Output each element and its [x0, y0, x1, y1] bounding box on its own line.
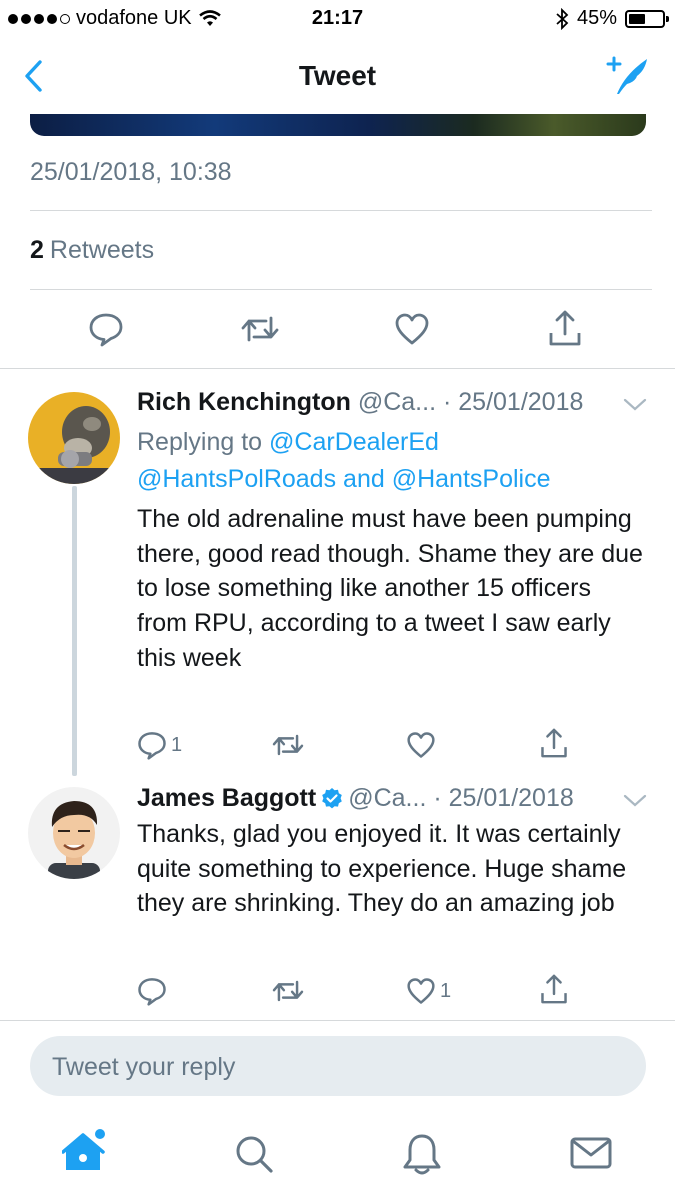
reply-button[interactable] [88, 311, 124, 347]
nav-bar: Tweet [0, 38, 675, 114]
home-icon[interactable] [62, 1128, 108, 1174]
share-button[interactable] [548, 309, 582, 347]
retweet-button[interactable] [271, 977, 305, 1005]
retweet-icon [272, 980, 304, 1002]
reply-input[interactable]: Tweet your reply [30, 1036, 646, 1096]
tweet-media-image[interactable] [30, 114, 646, 136]
heart-icon [395, 313, 429, 345]
share-button[interactable] [540, 973, 568, 1005]
bluetooth-icon [556, 7, 569, 30]
divider [30, 210, 652, 211]
reply-text: Thanks, glad you enjoyed it. It was cert… [137, 820, 627, 918]
retweet-icon [272, 734, 304, 756]
search-icon[interactable] [234, 1134, 274, 1174]
share-button[interactable] [540, 727, 568, 759]
divider [30, 289, 652, 290]
author-handle[interactable]: @Ca... [358, 388, 436, 416]
replying-and: and [343, 465, 385, 493]
reply-icon [138, 978, 166, 1006]
mention-link[interactable]: @HantsPolice [392, 465, 551, 493]
chevron-down-icon[interactable] [623, 794, 647, 808]
tab-bar [0, 1108, 675, 1200]
reply-date: · 25/01/2018 [442, 388, 584, 416]
divider [0, 368, 675, 369]
chevron-down-icon[interactable] [623, 398, 647, 412]
like-button[interactable]: 1 [406, 977, 451, 1005]
reply-icon [138, 732, 166, 760]
retweet-count-row[interactable]: 2 Retweets [30, 236, 154, 265]
mention-link[interactable]: @HantsPolRoads [137, 465, 336, 493]
share-icon [549, 310, 581, 346]
retweet-label: Retweets [49, 236, 155, 264]
verified-badge-icon [322, 788, 343, 809]
reply-date: · 25/01/2018 [433, 784, 574, 812]
like-count: 1 [440, 979, 452, 1002]
author-name[interactable]: James Baggott [137, 784, 316, 812]
notifications-icon[interactable] [402, 1132, 442, 1176]
avatar[interactable] [28, 787, 120, 879]
reply-text: The old adrenaline must have been pumpin… [137, 505, 643, 672]
mention-link[interactable]: @CarDealerEd [269, 428, 439, 456]
thread-line [72, 486, 77, 776]
retweet-button[interactable] [240, 312, 280, 346]
retweet-count: 2 [30, 236, 44, 264]
reply-header: James Baggott @Ca... · 25/01/2018 [137, 784, 574, 813]
reply-header: Rich Kenchington @Ca... · 25/01/2018 [137, 388, 583, 417]
battery-percent: 45% [576, 7, 617, 29]
share-icon [541, 974, 567, 1004]
retweet-icon [241, 316, 279, 342]
replying-to: Replying to @CarDealerEd @HantsPolRoads … [137, 424, 647, 498]
heart-icon [407, 978, 435, 1004]
heart-icon [407, 732, 435, 758]
reply-count: 1 [171, 733, 183, 756]
reply-button[interactable]: 1 [137, 730, 182, 760]
reply-placeholder: Tweet your reply [52, 1053, 236, 1081]
like-button[interactable] [406, 731, 440, 759]
author-name[interactable]: Rich Kenchington [137, 388, 351, 416]
reply-button[interactable] [137, 976, 171, 1006]
reply-icon [89, 313, 123, 347]
author-handle[interactable]: @Ca... [348, 784, 426, 812]
battery-icon [625, 9, 669, 28]
messages-icon[interactable] [570, 1136, 612, 1170]
avatar[interactable] [28, 392, 120, 484]
divider [0, 1020, 675, 1021]
replying-prefix: Replying to [137, 428, 263, 456]
tweet-timestamp: 25/01/2018, 10:38 [30, 158, 232, 186]
status-right: 45% [555, 7, 669, 30]
retweet-button[interactable] [271, 731, 305, 759]
share-icon [541, 728, 567, 758]
page-title: Tweet [298, 60, 377, 91]
like-button[interactable] [394, 312, 430, 346]
status-bar: vodafone UK 21:17 45% [0, 0, 675, 38]
compose-tweet-icon[interactable] [605, 56, 651, 96]
